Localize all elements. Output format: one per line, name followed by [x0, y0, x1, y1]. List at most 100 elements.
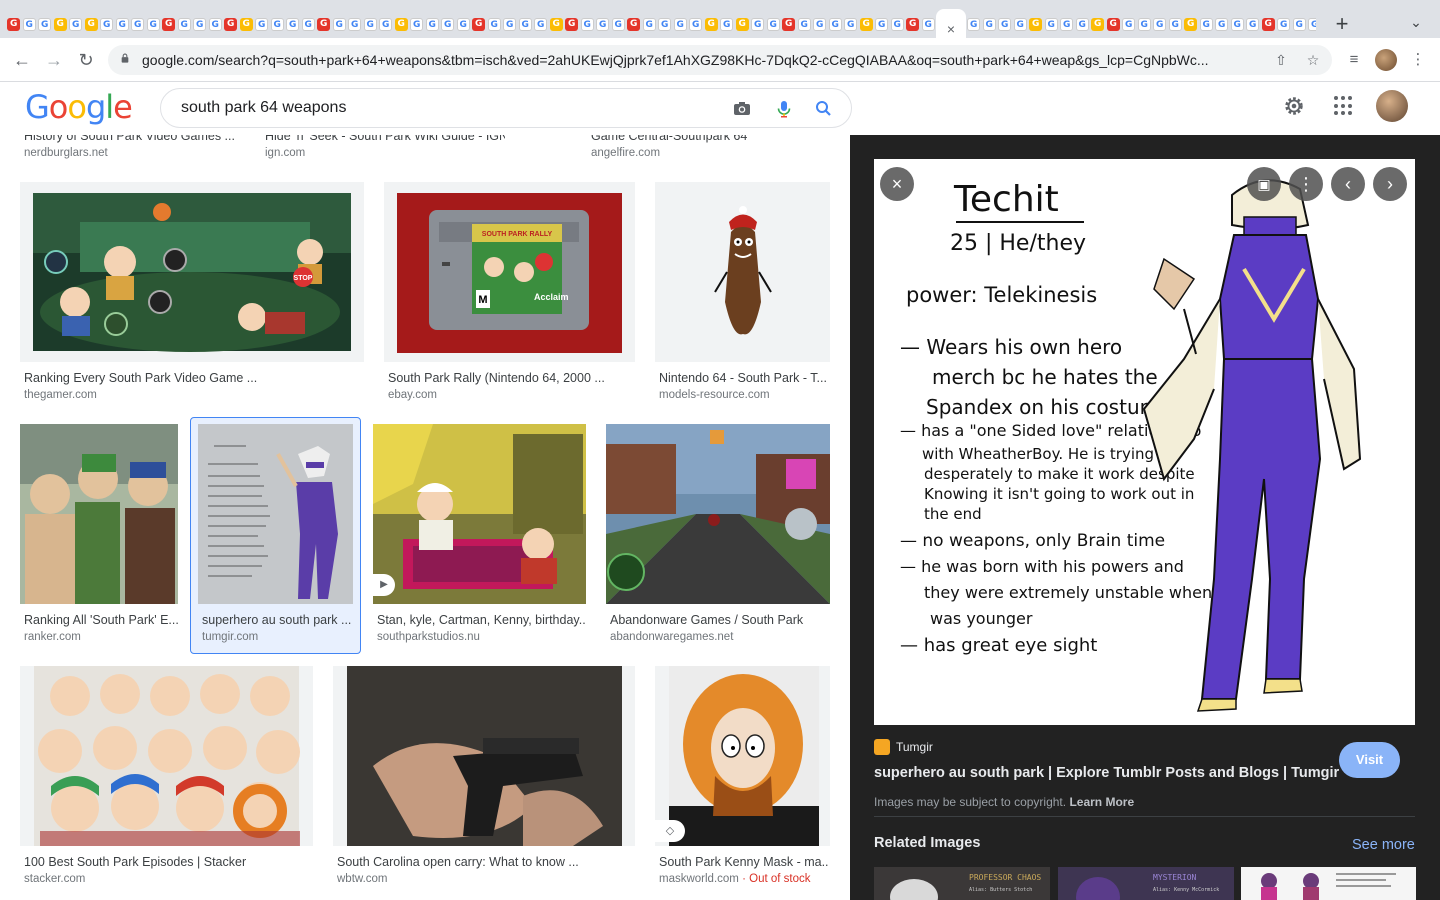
browser-tab[interactable]: G	[378, 9, 394, 39]
browser-tab[interactable]: G	[456, 9, 472, 39]
browser-tab[interactable]: G	[1044, 9, 1060, 39]
see-more-link[interactable]: See more	[1352, 837, 1415, 853]
tab-search-chevron-icon[interactable]: ⌄	[1404, 14, 1428, 34]
result-title[interactable]: South Park Rally (Nintendo 64, 2000 ...	[388, 371, 628, 385]
result-thumbnail[interactable]: STOP	[20, 182, 364, 362]
result-source[interactable]: southparkstudios.nu	[377, 631, 480, 643]
search-box[interactable]: south park 64 weapons	[160, 88, 852, 128]
forward-arrow-icon[interactable]: →	[42, 48, 66, 72]
result-source[interactable]: ign.com	[265, 147, 305, 159]
browser-tab[interactable]: G	[673, 9, 689, 39]
result-title[interactable]: History of South Park Video Games ...	[24, 135, 254, 143]
profile-avatar[interactable]	[1375, 49, 1397, 71]
browser-tab[interactable]: G	[254, 9, 270, 39]
browser-tab[interactable]: G	[84, 9, 100, 39]
browser-tab[interactable]: G	[363, 9, 379, 39]
result-source[interactable]: ebay.com	[388, 389, 437, 401]
browser-tab[interactable]: G	[766, 9, 782, 39]
browser-tab[interactable]: G	[843, 9, 859, 39]
browser-tab[interactable]: G	[161, 9, 177, 39]
close-preview-button[interactable]: ×	[880, 167, 914, 201]
browser-tab[interactable]: G	[611, 9, 627, 39]
browser-tab[interactable]: G	[1059, 9, 1075, 39]
browser-tab[interactable]: G	[347, 9, 363, 39]
browser-tab[interactable]: G	[966, 9, 982, 39]
browser-tab[interactable]: G	[905, 9, 921, 39]
settings-gear-icon[interactable]	[1283, 95, 1305, 117]
browser-tab[interactable]: G	[130, 9, 146, 39]
url-text[interactable]: google.com/search?q=south+park+64+weapon…	[142, 52, 1262, 68]
result-source[interactable]: models-resource.com	[659, 389, 770, 401]
search-input[interactable]: south park 64 weapons	[181, 99, 346, 117]
result-source[interactable]: stacker.com	[24, 873, 85, 885]
browser-tab[interactable]: G	[177, 9, 193, 39]
result-source[interactable]: thegamer.com	[24, 389, 97, 401]
browser-tab[interactable]: G	[533, 9, 549, 39]
browser-tab[interactable]: G	[1292, 9, 1308, 39]
browser-tab[interactable]: G	[1245, 9, 1261, 39]
browser-tab[interactable]: G	[68, 9, 84, 39]
result-title[interactable]: South Park Kenny Mask - ma...	[659, 855, 829, 869]
related-image-thumb[interactable]: PROFESSOR CHAOS Alias: Butters Stotch	[874, 867, 1050, 900]
browser-tab[interactable]: G	[719, 9, 735, 39]
search-icon[interactable]	[814, 99, 834, 119]
result-title[interactable]: Ranking All 'South Park' E...	[24, 613, 178, 627]
browser-tab[interactable]: G	[1028, 9, 1044, 39]
browser-tab[interactable]: G	[750, 9, 766, 39]
browser-tab[interactable]: G	[502, 9, 518, 39]
browser-tab[interactable]: G	[99, 9, 115, 39]
browser-tab[interactable]: G	[549, 9, 565, 39]
account-avatar[interactable]	[1376, 90, 1408, 122]
browser-tab[interactable]: G	[1276, 9, 1292, 39]
search-inside-image-icon[interactable]: ▣	[1247, 167, 1281, 201]
browser-tab[interactable]: G	[642, 9, 658, 39]
browser-tab[interactable]: G	[1013, 9, 1029, 39]
bookmark-star-icon[interactable]: ☆	[1304, 51, 1322, 69]
reading-list-icon[interactable]: ≡	[1343, 49, 1365, 71]
result-source[interactable]: abandonwaregames.net	[610, 631, 733, 643]
result-title[interactable]: Stan, kyle, Cartman, Kenny, birthday...	[377, 613, 586, 627]
new-tab-button[interactable]: +	[1330, 12, 1354, 36]
result-thumbnail[interactable]	[198, 424, 353, 604]
browser-tab[interactable]: G	[797, 9, 813, 39]
result-thumbnail[interactable]	[606, 424, 830, 604]
result-thumbnail[interactable]	[655, 182, 830, 362]
result-source[interactable]: ranker.com	[24, 631, 81, 643]
browser-tab[interactable]: G	[781, 9, 797, 39]
result-thumbnail[interactable]: ◇	[655, 666, 830, 846]
browser-tab[interactable]: G	[1307, 9, 1316, 39]
browser-tab-active[interactable]: ×	[936, 9, 966, 39]
more-options-button[interactable]: ⋮	[1289, 167, 1323, 201]
browser-tab[interactable]: G	[440, 9, 456, 39]
browser-tab[interactable]: G	[425, 9, 441, 39]
browser-tab[interactable]: G	[192, 9, 208, 39]
preview-title[interactable]: superhero au south park | Explore Tumblr…	[874, 765, 1339, 781]
browser-tab[interactable]: G	[146, 9, 162, 39]
google-logo[interactable]: Google	[25, 88, 133, 126]
browser-tab[interactable]: G	[270, 9, 286, 39]
result-source[interactable]: angelfire.com	[591, 147, 660, 159]
browser-tab[interactable]: G	[332, 9, 348, 39]
browser-tab[interactable]: G	[1106, 9, 1122, 39]
learn-more-link[interactable]: Learn More	[1069, 795, 1134, 809]
browser-tab[interactable]: G	[239, 9, 255, 39]
browser-tab[interactable]: G	[1261, 9, 1277, 39]
result-source[interactable]: tumgir.com	[202, 631, 258, 643]
related-image-thumb[interactable]	[1241, 867, 1416, 900]
browser-tab[interactable]: G	[997, 9, 1013, 39]
browser-tab[interactable]: G	[518, 9, 534, 39]
browser-tab[interactable]: G	[735, 9, 751, 39]
result-thumbnail[interactable]	[20, 424, 178, 604]
result-thumbnail[interactable]	[20, 666, 313, 846]
preview-source[interactable]: Tumgir	[874, 739, 933, 755]
browser-tab[interactable]: G	[223, 9, 239, 39]
browser-tab[interactable]: G	[874, 9, 890, 39]
preview-image[interactable]: Techit 25 | He/they power: Telekinesis — We…	[874, 159, 1415, 725]
browser-tab[interactable]: G	[471, 9, 487, 39]
browser-tab[interactable]: G	[1230, 9, 1246, 39]
result-title[interactable]: Hide 'n' Seek - South Park Wiki Guide - …	[265, 135, 505, 143]
address-bar[interactable]: google.com/search?q=south+park+64+weapon…	[108, 45, 1332, 75]
result-title[interactable]: Nintendo 64 - South Park - T...	[659, 371, 827, 385]
reload-icon[interactable]: ↻	[74, 48, 98, 72]
result-thumbnail[interactable]: SOUTH PARK RALLY M Acclaim	[384, 182, 635, 362]
